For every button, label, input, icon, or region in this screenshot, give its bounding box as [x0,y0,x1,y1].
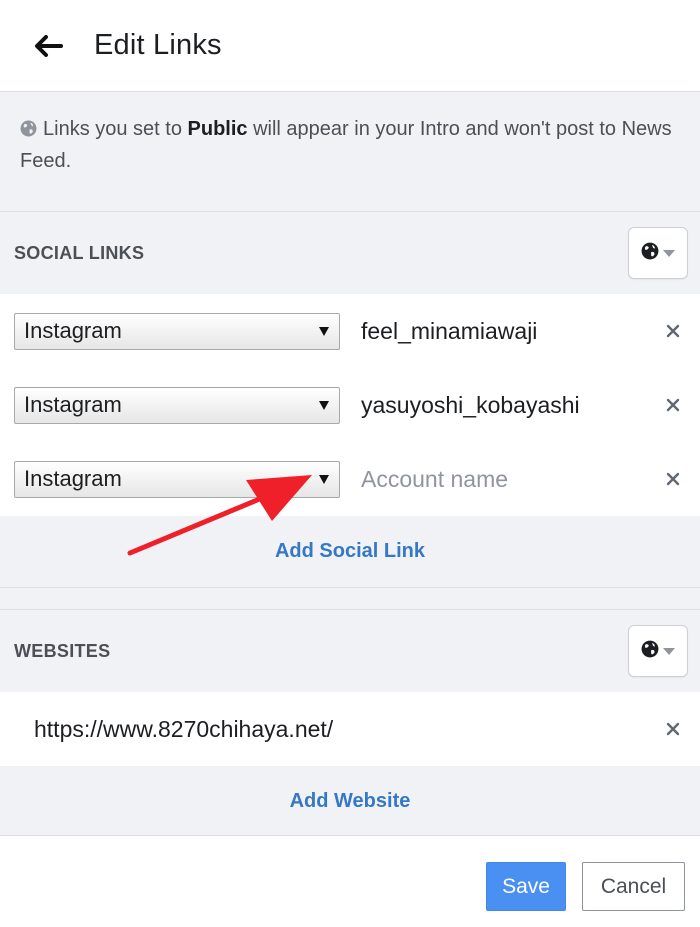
info-text-before: Links you set to [43,118,188,140]
social-links-title: SOCIAL LINKS [14,242,145,263]
globe-icon [20,116,37,146]
section-divider [0,588,700,610]
platform-select[interactable]: Instagram [14,312,340,350]
globe-icon [641,242,659,265]
platform-select-value: Instagram [24,392,122,417]
website-row: https://www.8270chihaya.net/ [0,692,700,766]
app-header: Edit Links [0,0,700,91]
remove-website-icon[interactable] [662,718,684,740]
websites-title: WEBSITES [14,640,111,661]
save-button[interactable]: Save [486,862,566,911]
globe-icon [641,640,659,663]
section-divider [0,190,700,212]
remove-link-icon[interactable] [662,468,684,490]
back-arrow-icon[interactable] [30,28,66,64]
dropdown-arrow-icon [319,474,329,484]
add-website-row: Add Website [0,766,700,838]
dropdown-arrow-icon [319,400,329,410]
account-name-field[interactable]: yasuyoshi_kobayashi [361,392,686,419]
social-link-row: Instagram feel_minamiawaji [0,294,700,368]
public-links-info: Links you set to Public will appear in y… [0,91,700,190]
platform-select[interactable]: Instagram [14,386,340,424]
add-social-link-button[interactable]: Add Social Link [275,540,425,563]
chevron-down-icon [663,647,675,655]
info-text-public: Public [187,118,248,140]
website-url-field[interactable]: https://www.8270chihaya.net/ [34,716,333,743]
social-links-header: SOCIAL LINKS [0,212,700,294]
platform-select[interactable]: Instagram [14,460,340,498]
dropdown-arrow-icon [319,326,329,336]
remove-link-icon[interactable] [662,394,684,416]
page-title: Edit Links [94,29,222,61]
websites-privacy-selector[interactable] [628,625,688,677]
social-privacy-selector[interactable] [628,227,688,279]
websites-header: WEBSITES [0,610,700,692]
social-link-row-new: Instagram [0,442,700,516]
platform-select-value: Instagram [24,318,122,343]
cancel-button[interactable]: Cancel [582,862,685,911]
chevron-down-icon [663,249,675,257]
social-link-row: Instagram yasuyoshi_kobayashi [0,368,700,442]
account-name-field[interactable]: feel_minamiawaji [361,318,686,345]
add-website-button[interactable]: Add Website [290,790,411,813]
platform-select-value: Instagram [24,466,122,491]
form-footer: Save Cancel [0,835,700,927]
remove-link-icon[interactable] [662,320,684,342]
add-social-link-row: Add Social Link [0,516,700,588]
account-name-input[interactable] [361,465,686,493]
